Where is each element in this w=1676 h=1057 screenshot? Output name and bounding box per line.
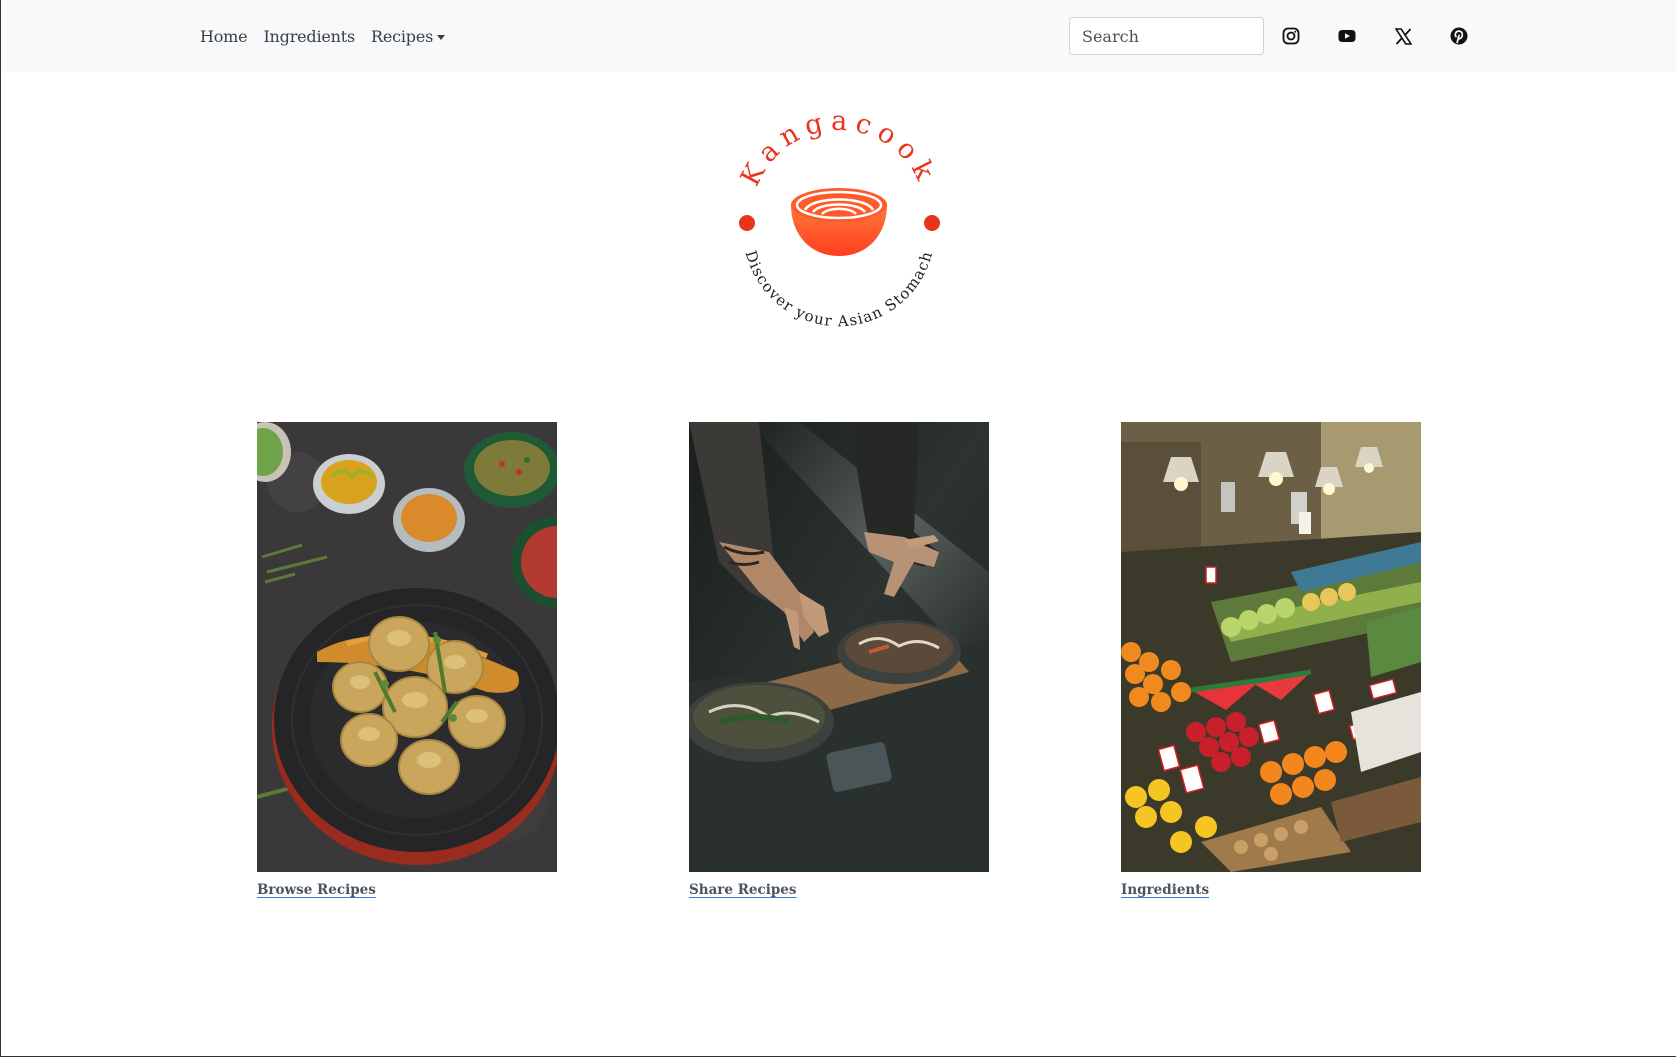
svg-text:Discover your Asian Stomach: Discover your Asian Stomach	[742, 248, 937, 330]
chef-plating-photo[interactable]	[689, 422, 989, 872]
ingredients-link[interactable]: Ingredients	[1121, 882, 1209, 898]
nav-links: Home Ingredients Recipes	[200, 0, 446, 72]
top-navbar: Home Ingredients Recipes	[1, 0, 1676, 72]
site-logo[interactable]: Kangacook Discover your Asian Stomach	[722, 106, 957, 332]
instagram-icon[interactable]	[1279, 24, 1303, 48]
nav-ingredients[interactable]: Ingredients	[263, 27, 355, 46]
nav-home[interactable]: Home	[200, 27, 248, 46]
search-input[interactable]	[1069, 17, 1264, 55]
x-icon[interactable]	[1391, 24, 1415, 48]
noodle-bowl-icon	[791, 188, 887, 256]
pinterest-icon[interactable]	[1447, 24, 1471, 48]
card-ingredients: Ingredients	[1121, 422, 1421, 898]
chevron-down-icon	[437, 34, 446, 40]
logo-brand-text: Kangacook	[735, 106, 936, 191]
dumplings-photo[interactable]	[257, 422, 557, 872]
share-recipes-link[interactable]: Share Recipes	[689, 882, 797, 898]
svg-text:Kangacook: Kangacook	[735, 112, 943, 191]
logo-tagline-text: Discover your Asian Stomach	[742, 248, 936, 330]
produce-market-photo[interactable]	[1121, 422, 1421, 872]
youtube-icon[interactable]	[1335, 24, 1359, 48]
card-share-recipes: Share Recipes	[689, 422, 989, 898]
nav-recipes-dropdown[interactable]: Recipes	[371, 26, 446, 46]
card-browse-recipes: Browse Recipes	[257, 422, 557, 898]
browse-recipes-link[interactable]: Browse Recipes	[257, 882, 376, 898]
nav-recipes-label: Recipes	[371, 26, 434, 46]
